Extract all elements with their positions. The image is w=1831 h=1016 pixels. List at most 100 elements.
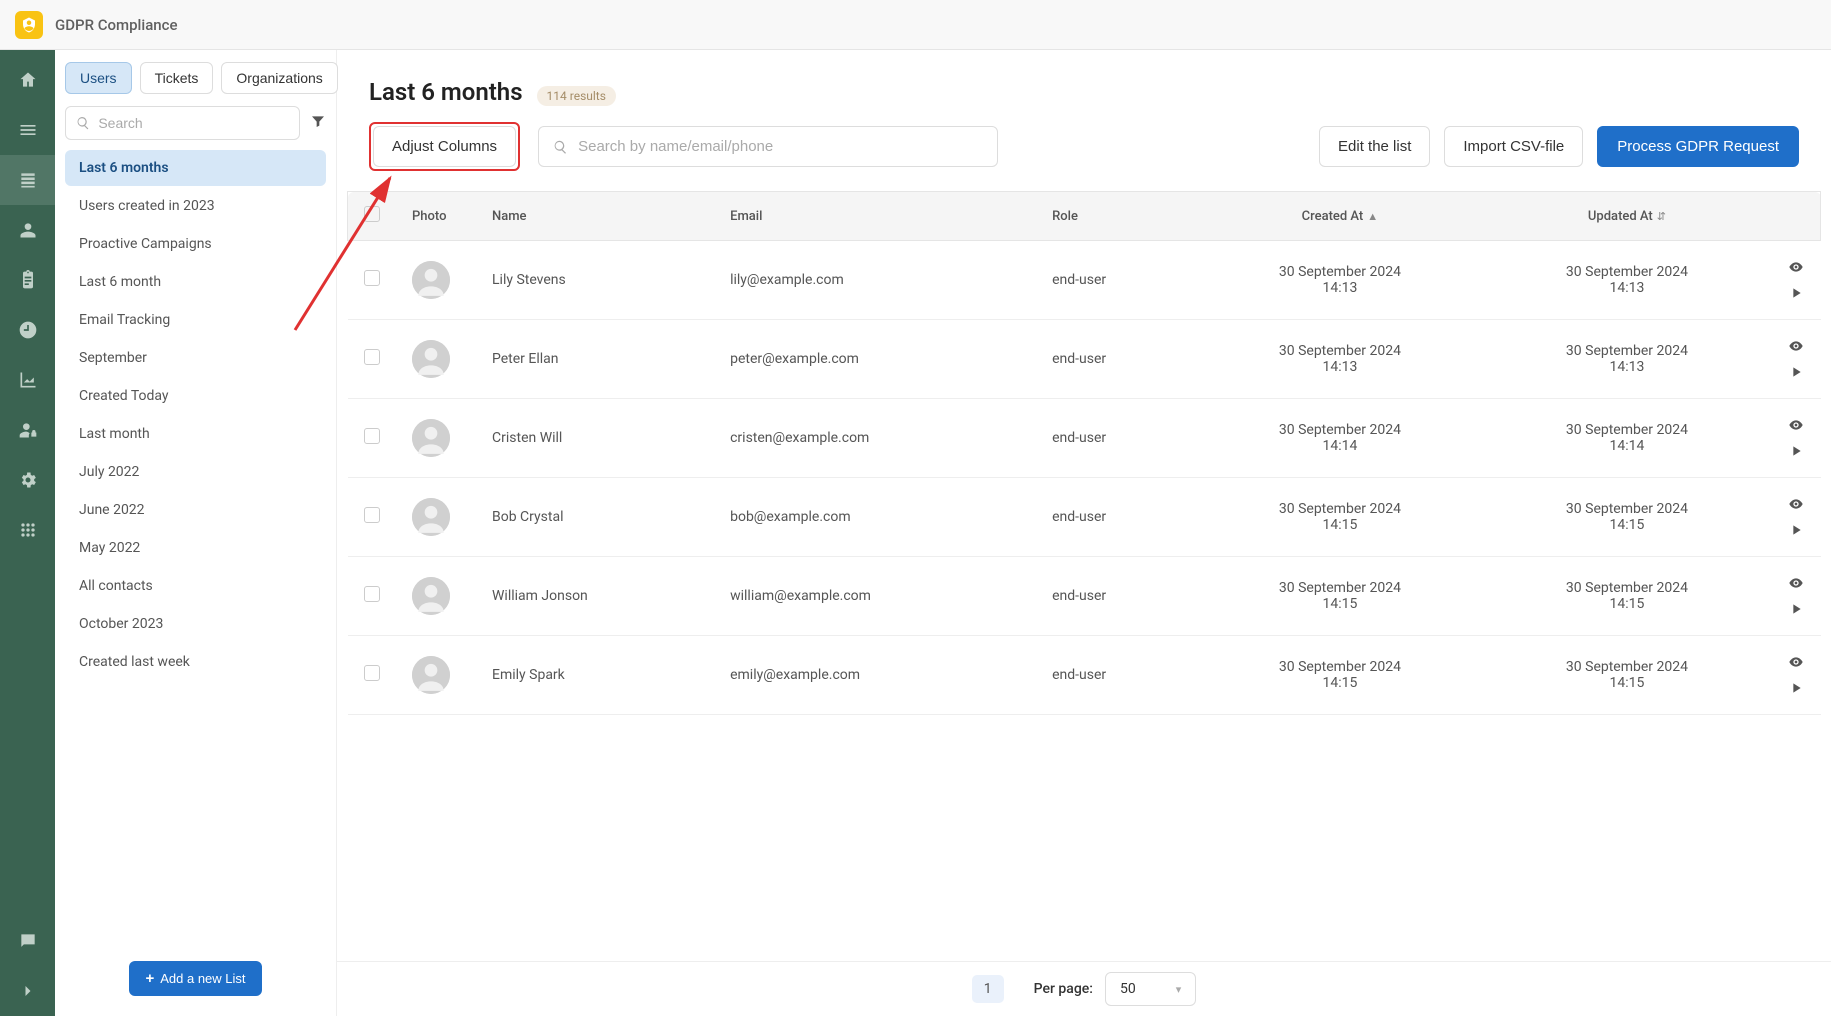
rail-chart-icon[interactable] [0,355,55,405]
main-search[interactable] [538,126,998,167]
sidebar-tabs: Users Tickets Organizations [65,62,326,94]
col-created-at[interactable]: Created At▲ [1196,192,1483,241]
cell-updated: 30 September 202414:13 [1499,343,1754,375]
cell-name: Cristen Will [476,399,714,478]
cell-updated: 30 September 202414:15 [1499,659,1754,691]
play-icon[interactable] [1788,443,1804,459]
cell-email: cristen@example.com [714,399,1036,478]
play-icon[interactable] [1788,601,1804,617]
cell-email: emily@example.com [714,636,1036,715]
sidebar-list-item[interactable]: September [65,340,326,376]
rail-grid-icon[interactable] [0,505,55,555]
sidebar-search-input[interactable] [98,115,289,131]
row-checkbox[interactable] [364,428,380,444]
adjust-columns-button[interactable]: Adjust Columns [373,126,516,167]
sidebar-list-item[interactable]: May 2022 [65,530,326,566]
add-list-button[interactable]: + Add a new List [129,961,261,996]
sidebar-list-item[interactable]: June 2022 [65,492,326,528]
cell-email: peter@example.com [714,320,1036,399]
sidebar-list-item[interactable]: Created last week [65,644,326,680]
cell-name: Lily Stevens [476,241,714,320]
col-role[interactable]: Role [1036,192,1196,241]
sidebar-list-item[interactable]: Email Tracking [65,302,326,338]
rail-clock-icon[interactable] [0,305,55,355]
sidebar-list-item[interactable]: Proactive Campaigns [65,226,326,262]
col-photo[interactable]: Photo [396,192,476,241]
cell-created: 30 September 202414:14 [1212,422,1467,454]
row-checkbox[interactable] [364,665,380,681]
eye-icon[interactable] [1788,338,1804,354]
cell-updated: 30 September 202414:15 [1499,580,1754,612]
sort-icon: ⇵ [1657,210,1666,223]
process-gdpr-button[interactable]: Process GDPR Request [1597,126,1799,167]
left-rail [0,0,55,1016]
select-all-checkbox[interactable] [364,206,380,222]
play-icon[interactable] [1788,285,1804,301]
eye-icon[interactable] [1788,654,1804,670]
cell-role: end-user [1036,320,1196,399]
avatar [412,656,450,694]
eye-icon[interactable] [1788,575,1804,591]
rail-menu-icon[interactable] [0,105,55,155]
tab-tickets[interactable]: Tickets [140,62,214,94]
cell-name: Peter Ellan [476,320,714,399]
main: Last 6 months 114 results Adjust Columns… [337,0,1831,1016]
avatar [412,261,450,299]
rail-chevron-right-icon[interactable] [0,966,55,1016]
rail-profile-icon[interactable] [0,205,55,255]
rail-list-icon[interactable] [0,155,55,205]
sidebar-list-item[interactable]: October 2023 [65,606,326,642]
table-row: William Jonson william@example.com end-u… [348,557,1821,636]
page-number[interactable]: 1 [972,975,1004,1003]
sidebar-list-item[interactable]: Last month [65,416,326,452]
col-email[interactable]: Email [714,192,1036,241]
sidebar-search[interactable] [65,106,300,140]
rail-gear-icon[interactable] [0,455,55,505]
sidebar-list-item[interactable]: Created Today [65,378,326,414]
col-updated-at[interactable]: Updated At⇵ [1483,192,1770,241]
edit-list-button[interactable]: Edit the list [1319,126,1430,167]
sidebar-list-item[interactable]: All contacts [65,568,326,604]
cell-role: end-user [1036,557,1196,636]
play-icon[interactable] [1788,680,1804,696]
sort-icon: ▲ [1367,210,1378,223]
import-csv-button[interactable]: Import CSV-file [1444,126,1583,167]
cell-name: William Jonson [476,557,714,636]
adjust-columns-highlight: Adjust Columns [369,122,520,171]
row-checkbox[interactable] [364,507,380,523]
sidebar-list-item[interactable]: Last 6 month [65,264,326,300]
per-page-select[interactable]: 50 ▾ [1105,972,1196,1006]
cell-created: 30 September 202414:13 [1212,264,1467,296]
sidebar: Users Tickets Organizations Last 6 month… [55,0,337,1016]
table-row: Emily Spark emily@example.com end-user 3… [348,636,1821,715]
chevron-down-icon: ▾ [1176,983,1182,996]
cell-created: 30 September 202414:15 [1212,659,1467,691]
eye-icon[interactable] [1788,417,1804,433]
filter-icon[interactable] [310,113,326,133]
cell-email: bob@example.com [714,478,1036,557]
rail-home-icon[interactable] [0,55,55,105]
users-table: Photo Name Email Role Created At▲ Update… [347,191,1821,715]
sidebar-list-item[interactable]: Users created in 2023 [65,188,326,224]
eye-icon[interactable] [1788,496,1804,512]
row-checkbox[interactable] [364,586,380,602]
main-search-input[interactable] [578,138,983,155]
col-name[interactable]: Name [476,192,714,241]
search-icon [553,139,568,155]
table-wrap: Photo Name Email Role Created At▲ Update… [337,191,1831,961]
rail-chat-icon[interactable] [0,916,55,966]
rail-clipboard-icon[interactable] [0,255,55,305]
play-icon[interactable] [1788,522,1804,538]
cell-updated: 30 September 202414:15 [1499,501,1754,533]
row-checkbox[interactable] [364,270,380,286]
eye-icon[interactable] [1788,259,1804,275]
tab-users[interactable]: Users [65,62,132,94]
tab-organizations[interactable]: Organizations [221,62,337,94]
sidebar-list-item[interactable]: Last 6 months [65,150,326,186]
rail-user-lock-icon[interactable] [0,405,55,455]
play-icon[interactable] [1788,364,1804,380]
table-row: Lily Stevens lily@example.com end-user 3… [348,241,1821,320]
avatar [412,419,450,457]
row-checkbox[interactable] [364,349,380,365]
sidebar-list-item[interactable]: July 2022 [65,454,326,490]
